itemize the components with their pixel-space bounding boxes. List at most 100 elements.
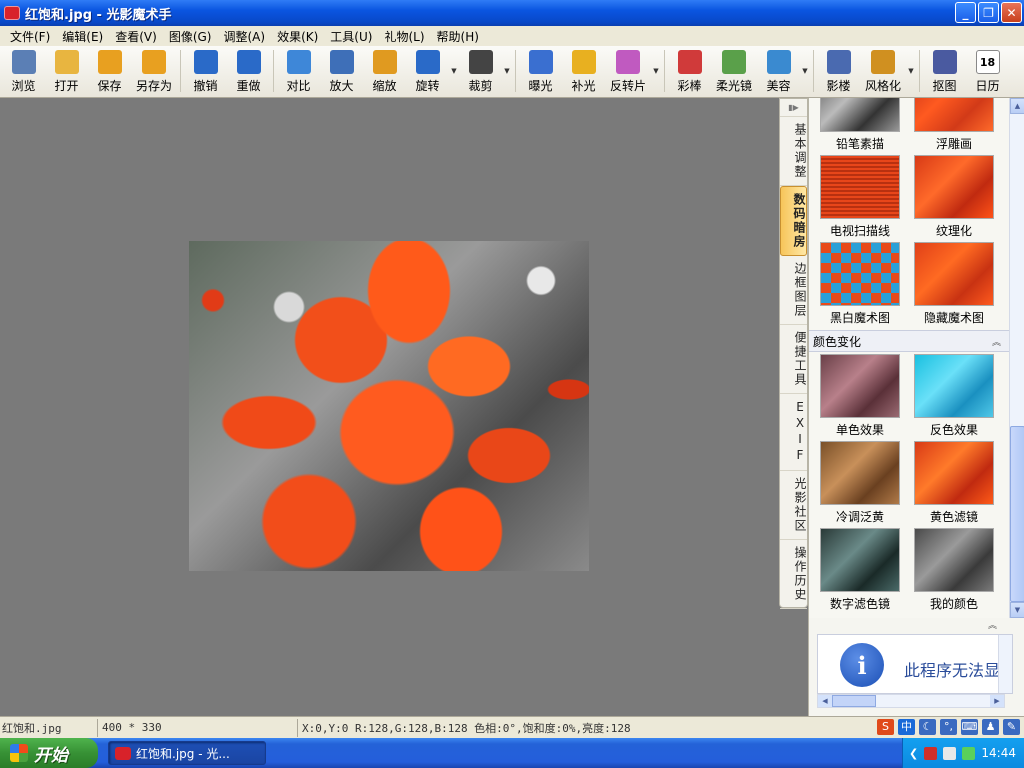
user-icon[interactable]: ♟ xyxy=(982,719,999,735)
side-tab[interactable]: 光影社区 xyxy=(780,471,807,540)
wrench-icon[interactable]: ✎ xyxy=(1003,719,1020,735)
dropdown-arrow-icon[interactable]: ▼ xyxy=(651,46,661,96)
window-title: 红饱和.jpg - 光影魔术手 xyxy=(25,7,172,23)
effect-item[interactable]: 黑白魔术图 xyxy=(817,242,903,329)
ime-chinese-mode[interactable]: 中 xyxy=(898,719,915,735)
collapse-chevron-icon[interactable]: ︽ xyxy=(992,335,1001,348)
side-tab[interactable]: 边框图层 xyxy=(780,256,807,325)
maximize-button[interactable]: ❐ xyxy=(978,2,999,23)
toolbar-button[interactable]: 曝光 xyxy=(519,46,562,96)
effect-item[interactable]: 隐藏魔术图 xyxy=(911,242,997,329)
toolbar-button[interactable]: 保存 xyxy=(88,46,131,96)
toolbar-button-label: 影楼 xyxy=(826,79,851,93)
side-tab[interactable]: 基本调整 xyxy=(780,117,807,186)
category-header[interactable]: 颜色变化 ︽ xyxy=(809,330,1009,352)
toolbar-button[interactable]: 撤销 xyxy=(184,46,227,96)
toolbar-button[interactable]: 对比 xyxy=(277,46,320,96)
effect-item[interactable]: 黄色滤镜 xyxy=(911,441,997,528)
hscroll-thumb[interactable] xyxy=(832,695,876,707)
scroll-thumb[interactable] xyxy=(1010,426,1024,602)
effect-item[interactable]: 单色效果 xyxy=(817,354,903,441)
effect-item[interactable]: 铅笔素描 xyxy=(817,98,903,155)
toolbar-button[interactable]: 重做 xyxy=(227,46,270,96)
toolbar-button-label: 浏览 xyxy=(11,79,36,93)
toolbar-button[interactable]: 影楼 xyxy=(817,46,860,96)
toolbar-button[interactable]: 抠图 xyxy=(923,46,966,96)
tray-network-icon[interactable] xyxy=(943,746,957,760)
collapse-grip-icon[interactable]: ▮▶ xyxy=(780,99,807,117)
image-canvas[interactable] xyxy=(0,98,779,716)
scroll-up-icon[interactable]: ▲ xyxy=(1010,98,1024,114)
toolbar-button[interactable]: 18 日历 xyxy=(966,46,1009,96)
scroll-down-icon[interactable]: ▼ xyxy=(1010,602,1024,618)
effects-panel: 铅笔素描 浮雕画 电视扫描线 纹理化 黑白魔术图 隐藏魔术图 颜色变化 ︽ 单色效果 反色效… xyxy=(808,98,1024,716)
side-tab[interactable]: 操作历史 xyxy=(780,540,807,609)
dropdown-arrow-icon[interactable]: ▼ xyxy=(449,46,459,96)
side-tab[interactable]: EXIF xyxy=(780,394,807,471)
toolbar-button[interactable]: 裁剪 xyxy=(459,46,502,96)
toolbar-button-label: 放大 xyxy=(329,79,354,93)
undo-icon xyxy=(193,50,218,74)
scroll-right-icon[interactable]: ▶ xyxy=(990,695,1004,707)
sogou-ime-icon[interactable]: S xyxy=(877,719,894,735)
toolbar-button[interactable]: 反转片 xyxy=(605,46,651,96)
effect-thumbnail xyxy=(820,98,900,132)
menu-item[interactable]: 图像(G) xyxy=(163,28,218,45)
menu-item[interactable]: 编辑(E) xyxy=(56,28,109,45)
effect-item[interactable]: 数字滤色镜 xyxy=(817,528,903,615)
photo-image[interactable] xyxy=(189,241,589,571)
menu-item[interactable]: 文件(F) xyxy=(4,28,56,45)
menu-item[interactable]: 调整(A) xyxy=(217,28,271,45)
dropdown-arrow-icon[interactable]: ▼ xyxy=(800,46,810,96)
menu-item[interactable]: 礼物(L) xyxy=(378,28,430,45)
start-button[interactable]: 开始 xyxy=(0,738,98,768)
toolbar-button[interactable]: 缩放 xyxy=(363,46,406,96)
side-tab[interactable]: 数码暗房 xyxy=(780,186,807,256)
app-icon[interactable] xyxy=(4,6,20,20)
dropdown-arrow-icon[interactable]: ▼ xyxy=(502,46,512,96)
toolbar-button[interactable]: 打开 xyxy=(45,46,88,96)
toolbar-button[interactable]: 浏览 xyxy=(2,46,45,96)
effect-item[interactable]: 浮雕画 xyxy=(911,98,997,155)
minimize-button[interactable]: _ xyxy=(955,2,976,23)
keyboard-icon[interactable]: ⌨ xyxy=(961,719,978,735)
menu-item[interactable]: 查看(V) xyxy=(109,28,163,45)
effect-item[interactable]: 电视扫描线 xyxy=(817,155,903,242)
toolbar-button[interactable]: 柔光镜 xyxy=(711,46,757,96)
taskbar-window-item[interactable]: 红饱和.jpg - 光... xyxy=(108,741,266,765)
tray-expand-icon[interactable]: ❮ xyxy=(909,747,918,760)
side-tab[interactable]: 便捷工具 xyxy=(780,325,807,394)
effects-scrollbar[interactable]: ▲ ▼ xyxy=(1009,98,1024,618)
scroll-left-icon[interactable]: ◀ xyxy=(818,695,832,707)
toolbar-button[interactable]: 美容 xyxy=(757,46,800,96)
toolbar-button[interactable]: 放大 xyxy=(320,46,363,96)
effect-item[interactable]: 纹理化 xyxy=(911,155,997,242)
effect-thumbnail xyxy=(820,528,900,592)
punctuation-icon[interactable]: °, xyxy=(940,719,957,735)
info-horizontal-scrollbar[interactable]: ◀ ▶ xyxy=(817,694,1005,708)
toolbar-button[interactable]: 彩棒 xyxy=(668,46,711,96)
status-filename: 红饱和.jpg xyxy=(0,718,98,737)
info-text: 此程序无法显 xyxy=(904,661,1001,680)
widget-collapse-icon[interactable]: ︽ xyxy=(809,618,1024,632)
menu-item[interactable]: 帮助(H) xyxy=(431,28,485,45)
info-scrollbar[interactable] xyxy=(998,635,1012,693)
menu-item[interactable]: 效果(K) xyxy=(271,28,324,45)
toolbar-button[interactable]: 风格化 xyxy=(860,46,906,96)
effect-label: 反色效果 xyxy=(929,423,978,437)
toolbar-button[interactable]: 补光 xyxy=(562,46,605,96)
effect-item[interactable]: 反色效果 xyxy=(911,354,997,441)
half-width-moon-icon[interactable]: ☾ xyxy=(919,719,936,735)
effect-label: 冷调泛黄 xyxy=(835,510,884,524)
close-button[interactable]: ✕ xyxy=(1001,2,1022,23)
ime-bar: S 中 ☾ °, ⌨ ♟ ✎ xyxy=(877,718,1020,736)
menu-item[interactable]: 工具(U) xyxy=(324,28,378,45)
effect-item[interactable]: 我的颜色 xyxy=(911,528,997,615)
tray-signal-icon[interactable] xyxy=(962,746,976,760)
toolbar-button[interactable]: 旋转 xyxy=(406,46,449,96)
tray-app-icon[interactable] xyxy=(924,746,938,760)
dropdown-arrow-icon[interactable]: ▼ xyxy=(906,46,916,96)
toolbar-button-label: 打开 xyxy=(54,79,79,93)
toolbar-button[interactable]: 另存为 xyxy=(131,46,177,96)
effect-item[interactable]: 冷调泛黄 xyxy=(817,441,903,528)
